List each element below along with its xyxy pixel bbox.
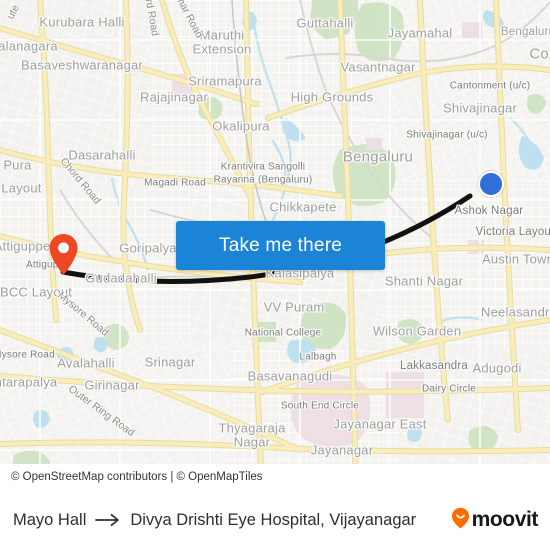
map-canvas[interactable]: Kurubara Halli alanagara Basaveshwaranagar…	[0, 0, 550, 490]
take-me-there-button[interactable]: Take me there	[176, 221, 385, 270]
trip-footer: Mayo Hall Divya Drishti Eye Hospital, Vi…	[0, 490, 550, 550]
map-attribution-bar: © OpenStreetMap contributors | © OpenMap…	[0, 464, 550, 490]
arrow-right-icon	[95, 513, 121, 527]
trip-summary: Mayo Hall Divya Drishti Eye Hospital, Vi…	[13, 511, 443, 530]
moovit-wordmark: moovit	[471, 508, 539, 531]
moovit-pin-icon	[451, 507, 470, 534]
attribution-text: © OpenStreetMap contributors | © OpenMap…	[11, 471, 263, 483]
moovit-logo: moovit	[451, 507, 538, 534]
moovit-map-screen: Kurubara Halli alanagara Basaveshwaranagar…	[0, 0, 550, 550]
destination-circle-dot-icon[interactable]	[478, 171, 504, 197]
trip-destination-label: Divya Drishti Eye Hospital, Vijayanagar	[130, 510, 417, 529]
trip-origin-label: Mayo Hall	[13, 510, 87, 529]
